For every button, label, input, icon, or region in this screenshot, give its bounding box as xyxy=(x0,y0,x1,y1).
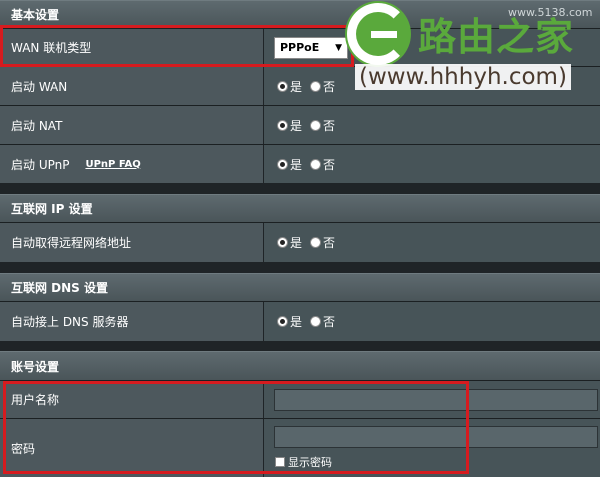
section-ip-title: 互联网 IP 设置 xyxy=(11,202,93,216)
enable-nat-no-label: 否 xyxy=(323,118,336,133)
enable-upnp-yes-radio[interactable] xyxy=(277,158,288,170)
auto-ip-yes-label: 是 xyxy=(290,236,303,250)
section-account-title: 账号设置 xyxy=(11,359,60,374)
auto-dns-no-label: 否 xyxy=(323,315,336,329)
enable-nat-radio-group: 是 否 xyxy=(277,117,341,134)
row-auto-dns: 自动接上 DNS 服务器 是 否 xyxy=(0,301,600,341)
brand-logo-icon xyxy=(345,1,411,67)
row-enable-nat: 启动 NAT 是 否 xyxy=(0,105,600,144)
auto-dns-label: 自动接上 DNS 服务器 xyxy=(0,302,264,341)
dropdown-arrow-icon: ▼ xyxy=(335,42,342,53)
show-password-label: 显示密码 xyxy=(288,456,332,469)
section-basic-title: 基本设置 xyxy=(11,8,60,22)
auto-dns-yes-label: 是 xyxy=(290,315,303,329)
enable-nat-label: 启动 NAT xyxy=(0,106,264,144)
enable-upnp-label: 启动 UPnP xyxy=(11,157,70,172)
enable-nat-yes-radio[interactable] xyxy=(277,119,288,131)
section-account-header: 账号设置 xyxy=(0,351,600,380)
password-label: 密码 xyxy=(0,419,264,477)
section-dns-header: 互联网 DNS 设置 xyxy=(0,273,600,301)
auto-ip-no-radio[interactable] xyxy=(310,237,322,248)
auto-ip-radio-group: 是 否 xyxy=(277,234,341,251)
enable-wan-radio-group: 是 否 xyxy=(277,78,341,95)
enable-upnp-cell: 是 否 xyxy=(264,145,600,183)
password-cell: 显示密码 xyxy=(264,419,600,477)
upnp-faq-link[interactable]: UPnP FAQ xyxy=(85,159,140,170)
row-username: 用户名称 xyxy=(0,380,600,418)
section-dns-title: 互联网 DNS 设置 xyxy=(11,281,109,295)
wan-type-select[interactable]: PPPoE ▼ xyxy=(274,36,348,59)
wan-type-selected: PPPoE xyxy=(280,41,320,54)
watermark-url: (www.hhhyh.com) xyxy=(355,64,571,90)
enable-upnp-no-label: 否 xyxy=(323,157,336,172)
enable-nat-no-radio[interactable] xyxy=(310,119,322,131)
enable-nat-cell: 是 否 xyxy=(264,106,600,144)
enable-wan-label: 启动 WAN xyxy=(0,67,264,105)
username-label: 用户名称 xyxy=(0,381,264,418)
section-ip-header: 互联网 IP 设置 xyxy=(0,194,600,222)
auto-dns-cell: 是 否 xyxy=(264,302,600,341)
auto-ip-label: 自动取得远程网络地址 xyxy=(0,223,264,262)
auto-dns-no-radio[interactable] xyxy=(310,316,322,327)
row-password: 密码 显示密码 xyxy=(0,418,600,477)
row-auto-ip: 自动取得远程网络地址 是 否 xyxy=(0,222,600,262)
auto-ip-no-label: 否 xyxy=(323,236,336,250)
username-input[interactable] xyxy=(274,388,598,411)
enable-upnp-yes-label: 是 xyxy=(290,157,303,172)
enable-wan-no-label: 否 xyxy=(323,79,336,94)
auto-dns-radio-group: 是 否 xyxy=(277,313,341,330)
auto-ip-cell: 是 否 xyxy=(264,223,600,262)
show-password-row: 显示密码 xyxy=(275,454,332,470)
enable-nat-yes-label: 是 xyxy=(290,118,303,133)
watermark-brand: 路由之家 xyxy=(418,15,575,59)
enable-upnp-radio-group: 是 否 xyxy=(277,156,341,173)
auto-dns-yes-radio[interactable] xyxy=(277,316,288,327)
row-enable-upnp: 启动 UPnP UPnP FAQ 是 否 xyxy=(0,144,600,183)
enable-wan-no-radio[interactable] xyxy=(310,80,322,92)
wan-type-label: WAN 联机类型 xyxy=(0,29,264,66)
auto-ip-yes-radio[interactable] xyxy=(277,237,288,248)
show-password-checkbox[interactable] xyxy=(275,457,285,467)
username-cell xyxy=(264,381,600,418)
enable-upnp-label-cell: 启动 UPnP UPnP FAQ xyxy=(0,145,264,183)
password-input[interactable] xyxy=(274,426,598,448)
enable-wan-yes-radio[interactable] xyxy=(277,80,288,92)
enable-upnp-no-radio[interactable] xyxy=(310,158,322,170)
enable-wan-yes-label: 是 xyxy=(290,79,303,94)
